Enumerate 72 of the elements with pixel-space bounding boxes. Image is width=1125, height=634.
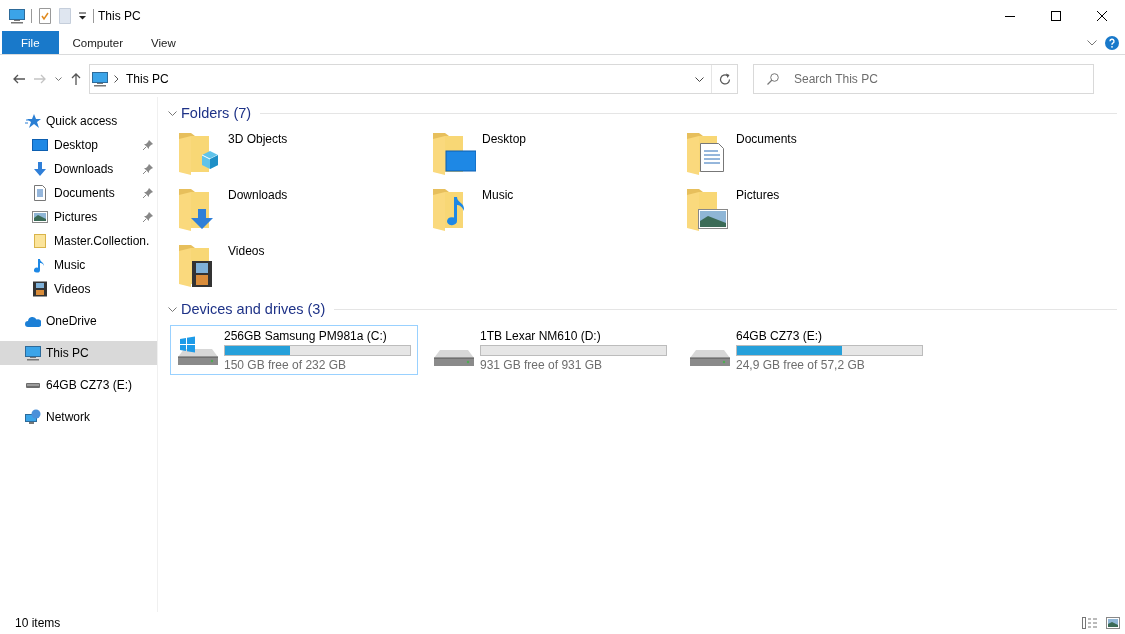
collapse-chevron-icon[interactable] xyxy=(168,306,177,312)
folder-item[interactable]: Videos xyxy=(178,241,432,297)
nav-item[interactable]: 64GB CZ73 (E:) xyxy=(0,373,157,397)
nav-item[interactable]: Network xyxy=(0,405,157,429)
nav-item[interactable]: Videos xyxy=(0,277,157,301)
nav-item[interactable]: This PC xyxy=(0,341,157,365)
drive-item[interactable]: 1TB Lexar NM610 (D:) 931 GB free of 931 GB xyxy=(426,325,674,375)
collapse-chevron-icon[interactable] xyxy=(168,110,177,116)
free-space-text: 24,9 GB free of 57,2 GB xyxy=(736,357,866,372)
star-icon xyxy=(25,113,41,129)
nav-item[interactable]: Documents xyxy=(0,181,157,205)
up-arrow-icon[interactable] xyxy=(71,73,81,85)
close-icon[interactable] xyxy=(1097,10,1107,21)
computer-icon xyxy=(25,345,41,361)
properties-icon[interactable] xyxy=(38,7,52,24)
nav-item[interactable]: Quick access xyxy=(0,109,157,133)
drive-name: 1TB Lexar NM610 (D:) xyxy=(480,328,602,343)
monitor-icon xyxy=(32,137,48,153)
maximize-icon[interactable] xyxy=(1051,10,1061,21)
free-space-text: 150 GB free of 232 GB xyxy=(224,357,348,372)
dropdown-icon[interactable] xyxy=(78,11,87,20)
chevron-right-icon[interactable] xyxy=(114,75,119,83)
drive-item[interactable]: 64GB CZ73 (E:) 24,9 GB free of 57,2 GB xyxy=(682,325,930,375)
details-view-icon[interactable] xyxy=(1082,617,1098,629)
computer-icon xyxy=(92,71,108,87)
drive-item[interactable]: 256GB Samsung PM981a (C:) 150 GB free of 232 GB xyxy=(170,325,418,375)
network-icon xyxy=(25,409,41,425)
pin-icon[interactable] xyxy=(143,212,153,222)
ribbon-tab[interactable]: File xyxy=(2,31,59,54)
large-icons-view-icon[interactable] xyxy=(1106,617,1120,629)
item-count: 10 items xyxy=(15,616,61,630)
download-arrow-icon xyxy=(32,161,48,177)
drive-name: 256GB Samsung PM981a (C:) xyxy=(224,328,388,343)
film-strip-icon xyxy=(32,281,48,297)
nav-item[interactable]: Desktop xyxy=(0,133,157,157)
nav-item[interactable]: Pictures xyxy=(0,205,157,229)
ribbon-tab[interactable]: Computer xyxy=(58,31,138,54)
folder-icon xyxy=(32,233,48,249)
drive-name: 64GB CZ73 (E:) xyxy=(736,328,824,343)
picture-icon xyxy=(32,209,48,225)
window-title: This PC xyxy=(98,8,141,23)
nav-item[interactable]: Downloads xyxy=(0,157,157,181)
refresh-icon[interactable] xyxy=(718,73,731,85)
nav-item[interactable]: Music xyxy=(0,253,157,277)
folder-item[interactable]: Pictures xyxy=(686,185,940,241)
group-header[interactable]: Folders (7) xyxy=(181,105,252,121)
group-header[interactable]: Devices and drives (3) xyxy=(181,301,326,317)
recent-dropdown-icon[interactable] xyxy=(55,76,62,82)
folder-item[interactable]: Downloads xyxy=(178,185,432,241)
pin-icon[interactable] xyxy=(143,188,153,198)
search-field[interactable]: Search This PC xyxy=(753,64,1094,94)
free-space-text: 931 GB free of 931 GB xyxy=(480,357,604,372)
folder-item[interactable]: Documents xyxy=(686,129,940,185)
help-icon[interactable] xyxy=(1105,35,1119,50)
expand-ribbon-icon[interactable] xyxy=(1087,39,1097,46)
dropdown-icon[interactable] xyxy=(694,76,704,82)
folder-item[interactable]: 3D Objects xyxy=(178,129,432,185)
hard-drive-icon xyxy=(432,349,476,367)
folder-item[interactable]: Music xyxy=(432,185,686,241)
nav-item[interactable]: OneDrive xyxy=(0,309,157,333)
address-bar[interactable]: This PC xyxy=(89,64,738,94)
folder-item[interactable]: Desktop xyxy=(432,129,686,185)
pin-icon[interactable] xyxy=(143,164,153,174)
nav-item[interactable]: Master.Collection. xyxy=(0,229,157,253)
computer-icon[interactable] xyxy=(9,7,25,24)
search-icon xyxy=(767,73,779,85)
hard-drive-icon xyxy=(688,349,732,367)
pin-icon[interactable] xyxy=(143,140,153,150)
back-arrow-icon[interactable] xyxy=(13,74,25,84)
document-icon xyxy=(32,185,48,201)
address-path[interactable]: This PC xyxy=(126,72,687,86)
ribbon-tab[interactable]: View xyxy=(137,31,190,54)
